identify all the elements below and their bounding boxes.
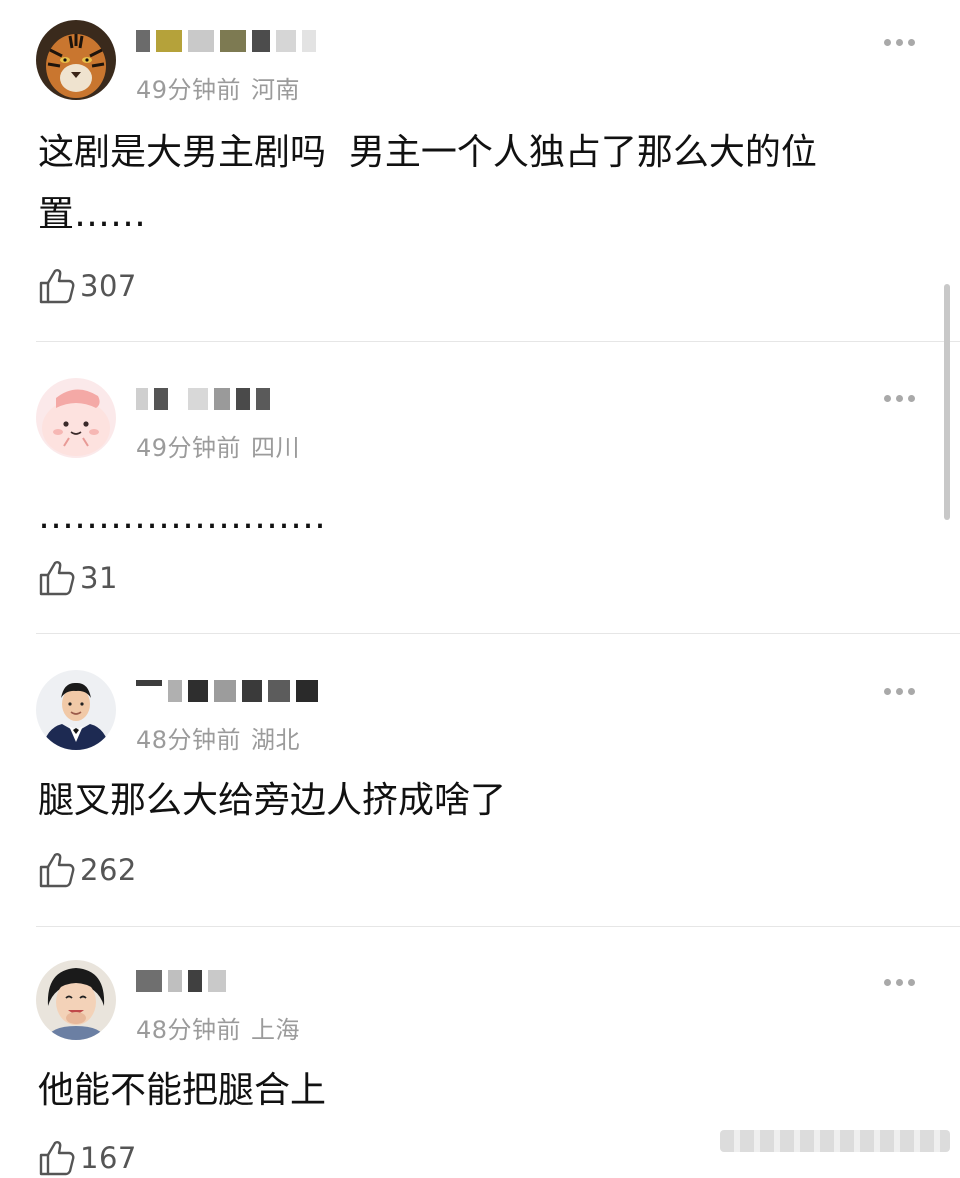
redacted-block [256,388,270,410]
redacted-block [268,680,290,702]
comment-time: 48分钟前 [136,1016,242,1044]
redacted-block [174,388,182,410]
more-dot [908,978,915,986]
comment-text: 他能不能把腿合上 [38,1070,327,1111]
thumbs-up-icon [39,561,75,596]
smiling-woman-avatar-icon [36,960,116,1040]
redacted-block [188,970,202,992]
pink-cartoon-avatar-icon [36,378,116,458]
comment-time: 48分钟前 [136,726,242,754]
thumbs-up-icon [39,853,75,888]
comment-meta: 49分钟前 四川 [136,428,300,463]
more-dot [896,394,903,402]
thumbs-up-icon [39,269,75,304]
comment-location: 河南 [251,76,301,104]
like-button[interactable]: 167 [38,1138,137,1178]
comment-location: 上海 [251,1016,301,1044]
redacted-block [214,680,236,702]
redacted-block [220,30,246,52]
divider [36,341,960,342]
tiger-avatar-icon [36,20,116,100]
redacted-block [188,680,208,702]
thumbs-up-icon [39,1141,75,1176]
redacted-block [154,388,168,410]
username-redacted[interactable] [136,28,316,54]
redacted-block [156,30,182,52]
redacted-block [136,680,162,686]
more-dots-icon [884,38,891,46]
redacted-block [252,30,270,52]
username-redacted[interactable] [136,968,226,994]
comment-time: 49分钟前 [136,434,242,462]
comment-text: 腿叉那么大给旁边人挤成啥了 [38,780,507,821]
like-count: 262 [80,853,137,887]
comment-meta: 48分钟前 上海 [136,1010,300,1045]
like-button[interactable]: 262 [38,850,137,890]
redacted-block [296,680,318,702]
redacted-block [188,30,214,52]
comment-location: 湖北 [251,726,301,754]
more-options-button[interactable] [884,36,920,48]
avatar[interactable] [36,960,116,1040]
more-dot [908,687,915,695]
username-redacted[interactable] [136,678,318,704]
like-count: 31 [80,561,118,595]
comment-time: 49分钟前 [136,76,242,104]
redacted-block [168,680,182,702]
redacted-block [276,30,296,52]
more-options-button[interactable] [884,685,920,697]
avatar[interactable] [36,378,116,458]
avatar[interactable] [36,670,116,750]
divider [36,633,960,634]
redacted-block [168,970,182,992]
redacted-block [242,680,262,702]
divider [36,926,960,927]
more-dot [896,38,903,46]
more-dot [908,394,915,402]
comment-text: 这剧是大男主剧吗 男主一个人独占了那么大的位置…… [38,132,817,235]
comment-meta: 48分钟前 湖北 [136,720,300,755]
redacted-block [136,30,150,52]
redacted-block [236,388,250,410]
redacted-block [136,970,162,992]
redacted-block [136,388,148,410]
like-button[interactable]: 31 [38,558,118,598]
avatar[interactable] [36,20,116,100]
comment-location: 四川 [251,434,301,462]
scrollbar[interactable] [944,284,950,520]
more-dots-icon [884,687,891,695]
redacted-watermark [720,1130,950,1152]
suit-man-avatar-icon [36,670,116,750]
redacted-block [208,970,226,992]
more-dot [908,38,915,46]
more-dots-icon [884,394,891,402]
like-button[interactable]: 307 [38,266,137,306]
redacted-block [302,30,316,52]
more-options-button[interactable] [884,976,920,988]
more-dot [896,687,903,695]
more-dot [896,978,903,986]
more-dots-icon [884,978,891,986]
comment-meta: 49分钟前 河南 [136,70,300,105]
comment-text: …………………… [38,496,326,537]
like-count: 167 [80,1141,137,1175]
like-count: 307 [80,269,137,303]
redacted-block [214,388,230,410]
more-options-button[interactable] [884,392,920,404]
redacted-block [188,388,208,410]
username-redacted[interactable] [136,386,270,412]
